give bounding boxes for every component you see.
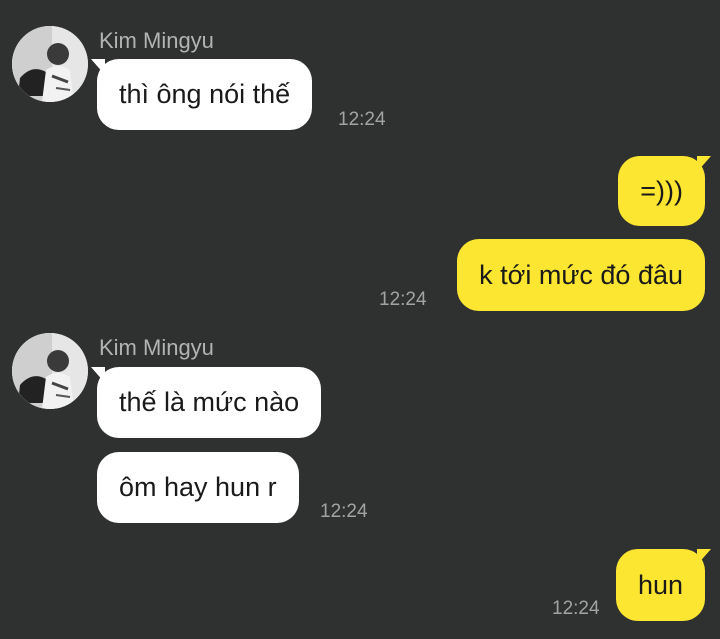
message-bubble-outgoing[interactable]: hun xyxy=(615,549,711,621)
avatar-photo-icon xyxy=(12,26,88,102)
bubble-tail-icon xyxy=(697,549,711,565)
message-bubble-incoming[interactable]: thì ông nói thế xyxy=(91,59,313,130)
message-text: ôm hay hun r xyxy=(119,472,277,502)
avatar[interactable] xyxy=(12,333,88,409)
avatar[interactable] xyxy=(12,26,88,102)
message-text: thế là mức nào xyxy=(119,387,300,417)
sender-name: Kim Mingyu xyxy=(99,28,214,53)
message-bubble-outgoing[interactable]: =))) xyxy=(618,156,711,226)
message-timestamp: 12:24 xyxy=(338,109,386,130)
sender-name: Kim Mingyu xyxy=(99,335,214,360)
avatar-photo-icon xyxy=(12,333,88,409)
message-text: k tới mức đó đâu xyxy=(479,259,683,290)
message-text: =))) xyxy=(640,175,683,206)
message-text: thì ông nói thế xyxy=(119,79,291,109)
message-bubble-incoming[interactable]: thế là mức nào xyxy=(91,367,322,438)
bubble-tail-icon xyxy=(91,59,105,75)
bubble-tail-icon xyxy=(697,156,711,172)
message-timestamp: 12:24 xyxy=(379,289,427,310)
message-timestamp: 12:24 xyxy=(552,598,600,619)
message-text: hun xyxy=(637,569,683,600)
message-timestamp: 12:24 xyxy=(320,501,368,522)
bubble-tail-icon xyxy=(91,367,105,383)
message-bubble-outgoing[interactable]: k tới mức đó đâu xyxy=(457,239,705,311)
message-bubble-incoming[interactable]: ôm hay hun r xyxy=(97,452,299,523)
